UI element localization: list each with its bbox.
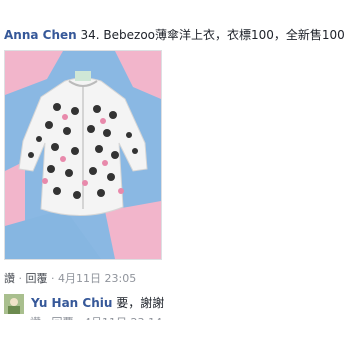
post-header: Anna Chen 34. Bebezoo薄傘洋上衣，衣標100，全新售100 (4, 27, 349, 43)
reply-author[interactable]: Yu Han Chiu (31, 296, 112, 310)
bottom-blank (0, 320, 349, 349)
author-name[interactable]: Anna Chen (4, 28, 77, 42)
separator: · (51, 272, 55, 285)
reply-text: 要，謝謝 (116, 296, 165, 310)
like-link[interactable]: 讚 (4, 272, 15, 285)
separator: · (18, 272, 23, 285)
post-actions: 讚 · 回覆 · 4月11日 23:05 (4, 271, 136, 286)
comment-post: Anna Chen 34. Bebezoo薄傘洋上衣，衣標100，全新售100 (0, 0, 349, 349)
reply-link[interactable]: 回覆 (26, 272, 48, 285)
post-photo[interactable] (4, 50, 162, 260)
timestamp[interactable]: 4月11日 23:05 (58, 272, 136, 285)
user-avatar-icon[interactable] (4, 294, 24, 314)
reply-comment: Yu Han Chiu 要，謝謝 (4, 291, 349, 315)
jacket-photo-icon (5, 51, 161, 259)
post-text: 34. Bebezoo薄傘洋上衣，衣標100，全新售100 (80, 28, 345, 42)
